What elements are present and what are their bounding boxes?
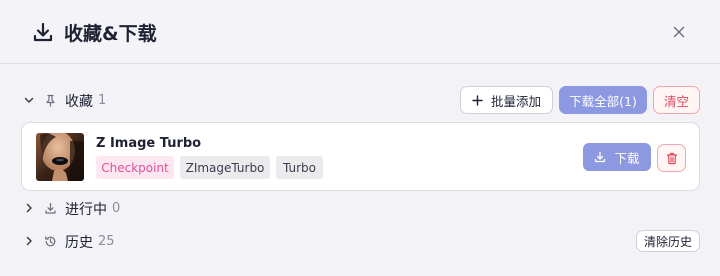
- chevron-right-icon[interactable]: [23, 235, 35, 247]
- favorites-label: 收藏: [65, 94, 93, 110]
- tag-turbo: Turbo: [276, 156, 323, 179]
- history-icon: [45, 236, 56, 247]
- tag-zimageturbo: ZImageTurbo: [180, 156, 270, 179]
- favorite-item-card: Z Image Turbo Checkpoint ZImageTurbo Tur…: [21, 122, 700, 191]
- trash-icon: [666, 152, 677, 164]
- download-all-button[interactable]: 下载全部(1): [559, 86, 647, 114]
- clear-label: 清空: [663, 93, 689, 109]
- download-icon: [595, 151, 606, 163]
- item-download-button[interactable]: 下载: [583, 143, 651, 171]
- download-icon: [33, 22, 53, 42]
- clear-history-label: 清除历史: [643, 234, 692, 249]
- download-all-label: 下载全部(1): [569, 93, 637, 109]
- dialog-title: 收藏&下载: [64, 23, 157, 45]
- tag-checkpoint: Checkpoint: [96, 156, 174, 179]
- batch-add-label: 批量添加: [490, 93, 541, 109]
- chevron-right-icon[interactable]: [23, 202, 35, 214]
- model-thumbnail: [36, 133, 84, 181]
- delete-item-button[interactable]: [657, 144, 686, 172]
- in-progress-section-header[interactable]: 进行中 0: [0, 193, 720, 223]
- model-name: Z Image Turbo: [96, 136, 202, 151]
- item-download-label: 下载: [614, 150, 640, 166]
- clear-button[interactable]: 清空: [653, 86, 700, 114]
- plus-icon: [472, 94, 483, 106]
- close-icon[interactable]: [671, 24, 687, 40]
- favorites-section-header[interactable]: 收藏 1 批量添加 下载全部(1) 清空: [0, 85, 720, 115]
- chevron-down-icon[interactable]: [23, 94, 35, 106]
- dialog-header: 收藏&下载: [0, 0, 720, 64]
- pin-icon: [46, 94, 55, 107]
- history-section-header[interactable]: 历史 25 清除历史: [0, 226, 720, 256]
- download-icon: [45, 202, 56, 214]
- in-progress-label: 进行中: [65, 202, 107, 218]
- history-count: 25: [98, 234, 115, 249]
- in-progress-count: 0: [112, 201, 121, 216]
- favorites-count: 1: [98, 93, 107, 108]
- model-thumbnail-image: [36, 133, 84, 181]
- batch-add-button[interactable]: 批量添加: [460, 86, 553, 114]
- history-label: 历史: [65, 235, 93, 251]
- clear-history-button[interactable]: 清除历史: [636, 230, 700, 252]
